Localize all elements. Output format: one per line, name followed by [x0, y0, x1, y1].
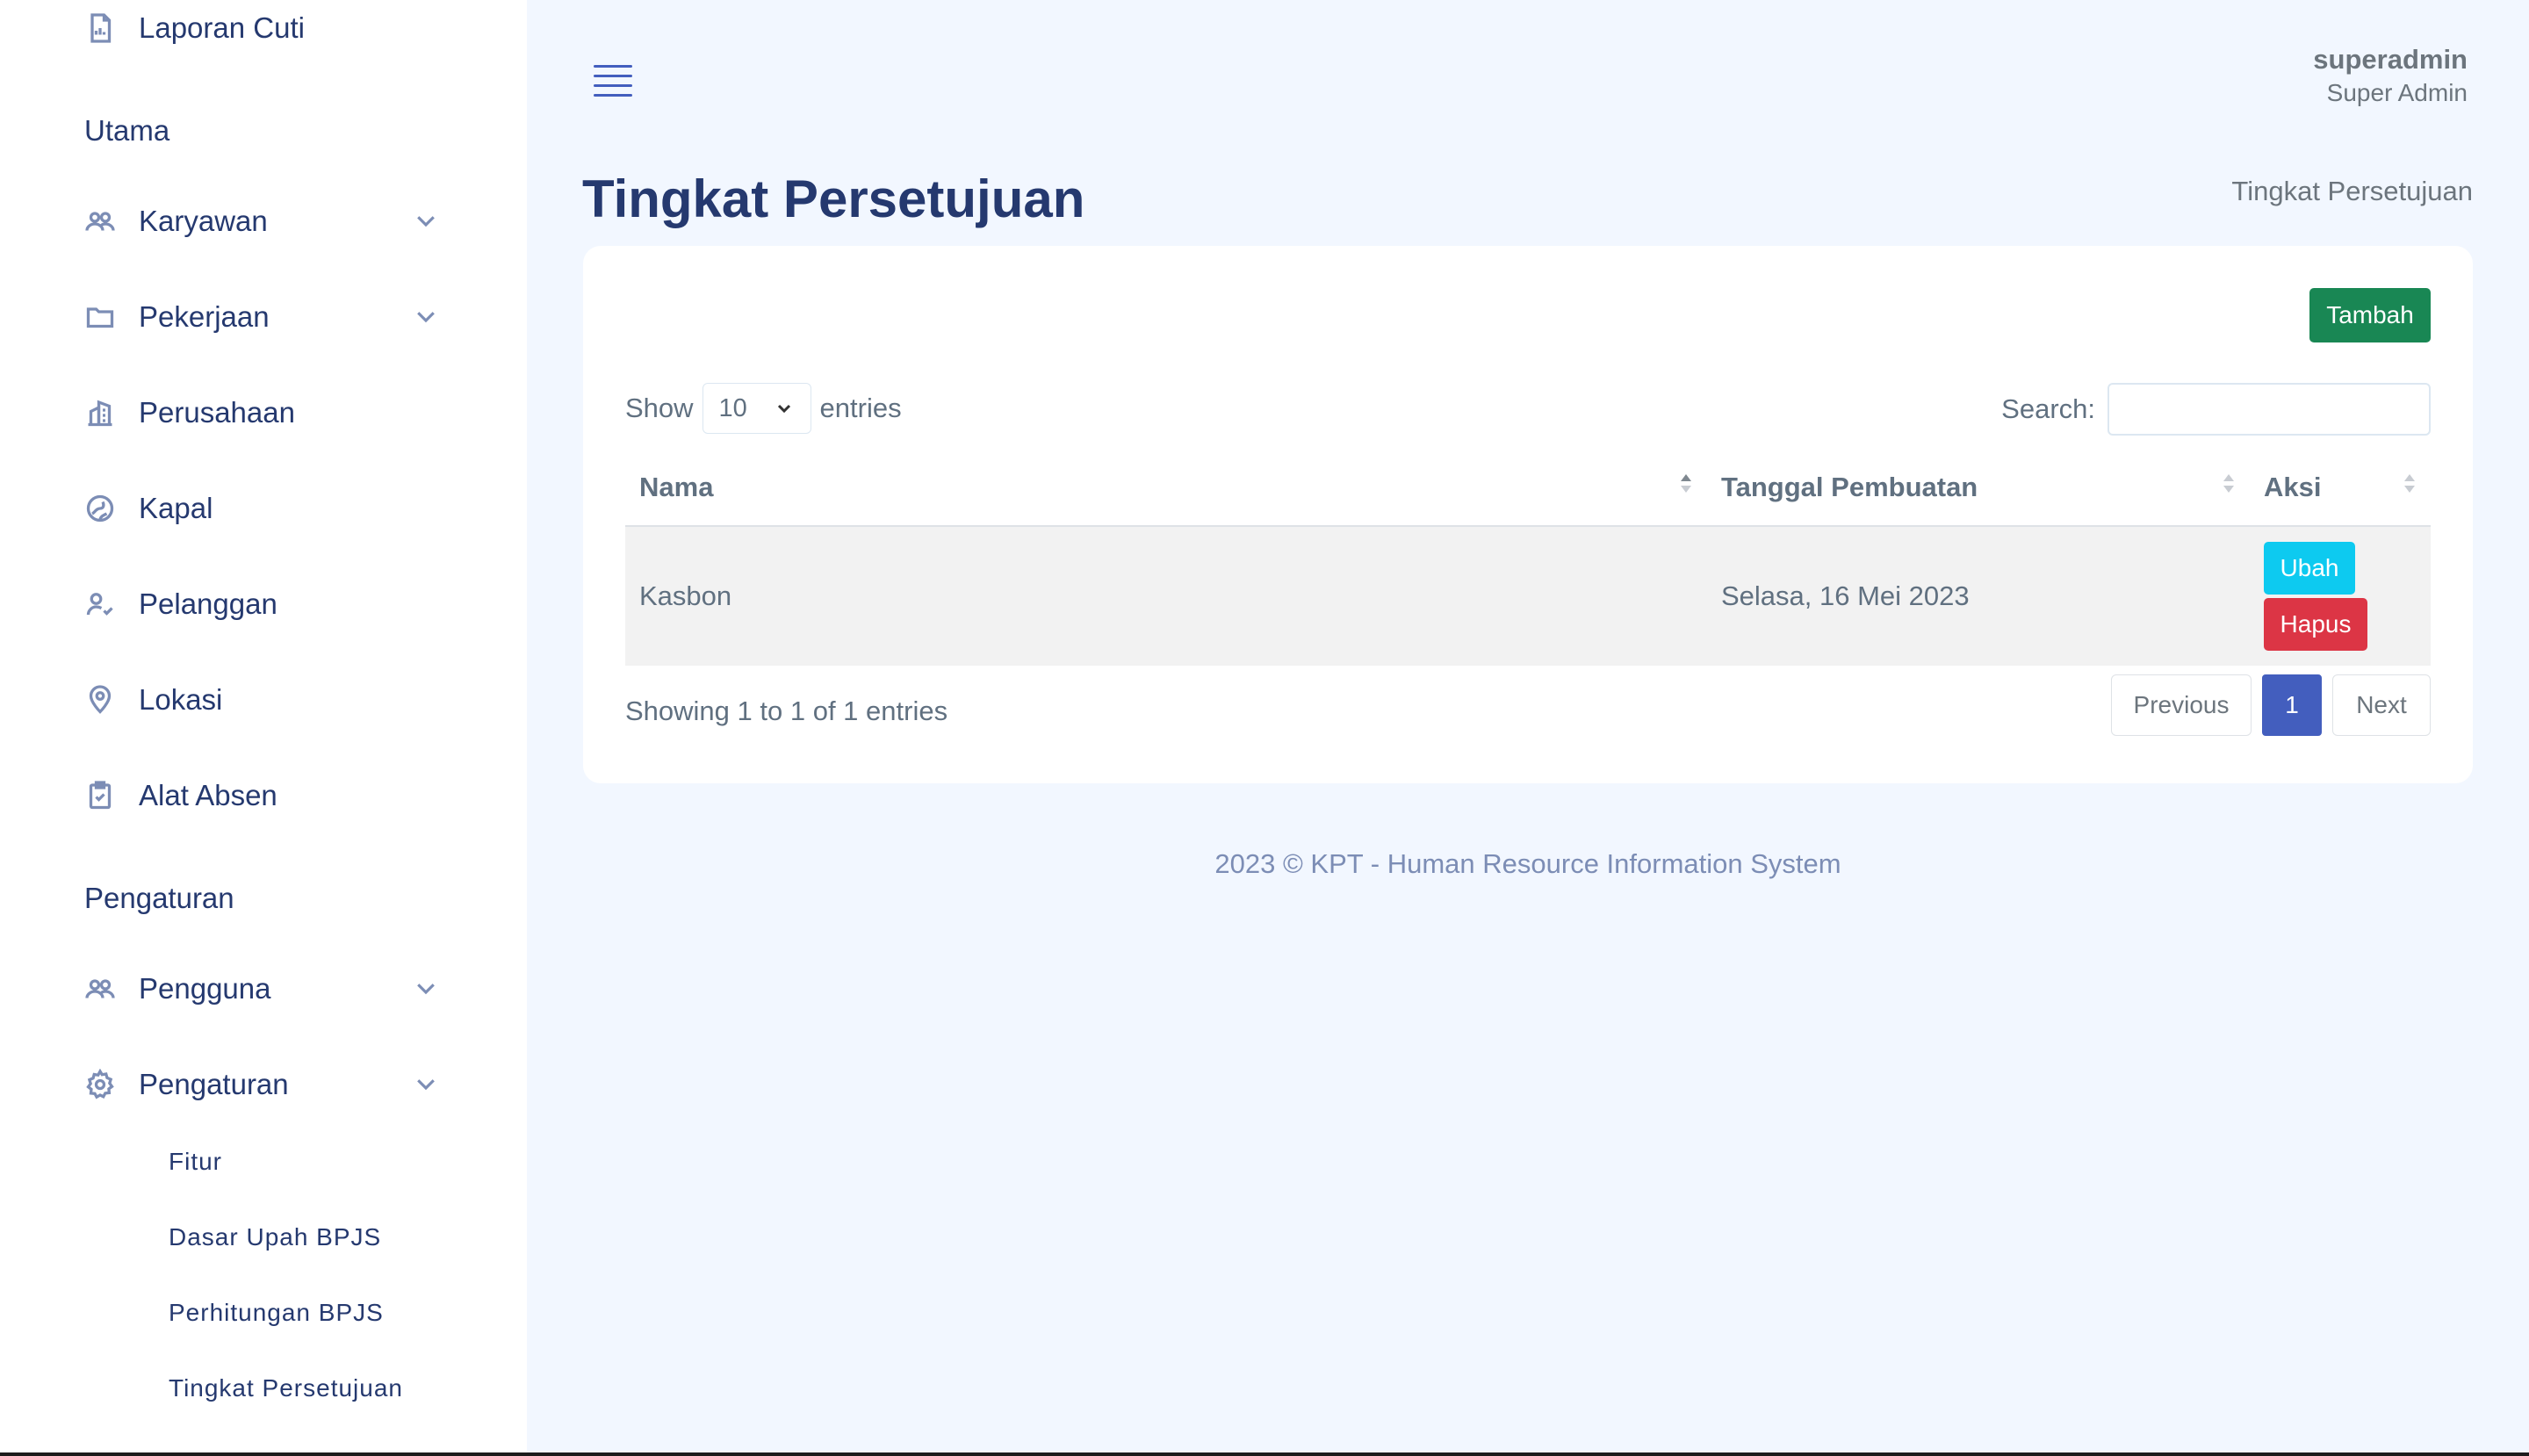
sidebar: Laporan Cuti Utama Karyawan Pekerjaan Pe… — [0, 0, 527, 1452]
sidebar-item-label: Pekerjaan — [139, 300, 270, 333]
entries-select-value: 10 — [718, 393, 747, 422]
menu-toggle-icon[interactable] — [594, 65, 632, 100]
search-control: Search: — [2001, 383, 2431, 436]
content-card: Tambah Show 10 entries Search: Nama Tang… — [583, 246, 2473, 783]
location-pin-icon — [83, 682, 118, 717]
sidebar-item-label: Kapal — [139, 492, 213, 524]
sort-icon — [2223, 474, 2236, 501]
footer-text: 2023 © KPT - Human Resource Information … — [1214, 848, 1841, 879]
column-header-label: Nama — [639, 472, 714, 502]
user-role: Super Admin — [2326, 79, 2468, 106]
column-header-nama[interactable]: Nama — [625, 450, 1707, 525]
table-header: Nama Tanggal Pembuatan Aksi — [625, 450, 2431, 527]
entries-select[interactable]: 10 — [702, 383, 811, 434]
sidebar-item-lokasi[interactable]: Lokasi — [83, 674, 222, 726]
sidebar-item-label: Pengaturan — [139, 1068, 289, 1100]
people-icon — [83, 204, 118, 239]
sidebar-item-label: Lokasi — [139, 683, 223, 716]
sidebar-section-title: Utama — [84, 114, 170, 147]
sidebar-section-title: Pengaturan — [84, 882, 234, 914]
cell-tanggal: Selasa, 16 Mei 2023 — [1721, 580, 1970, 611]
sidebar-item-label: Alat Absen — [139, 779, 277, 811]
user-name[interactable]: superadmin — [2313, 44, 2468, 76]
breadcrumb: Tingkat Persetujuan — [2231, 176, 2473, 206]
sidebar-item-perusahaan[interactable]: Perusahaan — [83, 386, 295, 439]
people-icon — [83, 971, 118, 1006]
add-button[interactable]: Tambah — [2309, 288, 2431, 342]
sidebar-subitem-fitur[interactable]: Fitur — [169, 1148, 222, 1176]
delete-button[interactable]: Hapus — [2264, 598, 2367, 651]
cell-aksi: Ubah Hapus — [2250, 542, 2431, 651]
data-table: Nama Tanggal Pembuatan Aksi Kasbon Selas… — [625, 450, 2431, 666]
sidebar-item-label: Laporan Cuti — [139, 11, 305, 44]
table-info: Showing 1 to 1 of 1 entries — [625, 696, 948, 726]
column-header-aksi[interactable]: Aksi — [2250, 450, 2431, 525]
table-row: Kasbon Selasa, 16 Mei 2023 Ubah Hapus — [625, 527, 2431, 666]
building-icon — [83, 395, 118, 430]
entries-label: entries — [819, 393, 902, 423]
person-check-icon — [83, 587, 118, 622]
sidebar-item-karyawan[interactable]: Karyawan — [83, 195, 268, 248]
sidebar-item-pekerjaan[interactable]: Pekerjaan — [83, 291, 270, 343]
chevron-down-icon[interactable] — [413, 1070, 439, 1097]
page-title: Tingkat Persetujuan — [582, 169, 1085, 228]
chevron-down-icon[interactable] — [413, 207, 439, 234]
search-input[interactable] — [2108, 383, 2431, 436]
sidebar-item-laporan-cuti[interactable]: Laporan Cuti — [83, 2, 305, 54]
sidebar-item-pelanggan[interactable]: Pelanggan — [83, 578, 277, 631]
cell-nama: Kasbon — [639, 580, 732, 611]
chevron-down-icon[interactable] — [413, 303, 439, 329]
sidebar-item-pengaturan[interactable]: Pengaturan — [83, 1058, 289, 1111]
folder-icon — [83, 299, 118, 335]
chevron-down-icon[interactable] — [413, 975, 439, 1001]
show-label: Show — [625, 393, 694, 423]
chevron-down-icon — [777, 404, 790, 414]
previous-page-button[interactable]: Previous — [2111, 674, 2252, 736]
page-1-button[interactable]: 1 — [2262, 674, 2322, 736]
globe-icon — [83, 491, 118, 526]
report-file-icon — [83, 11, 118, 46]
search-label: Search: — [2001, 393, 2095, 424]
pagination: Previous 1 Next — [2111, 674, 2431, 736]
next-page-button[interactable]: Next — [2332, 674, 2431, 736]
column-header-label: Tanggal Pembuatan — [1721, 472, 1978, 502]
sidebar-subitem-tingkat-persetujuan[interactable]: Tingkat Persetujuan — [169, 1374, 403, 1402]
entries-length-control: Show 10 entries — [625, 383, 902, 434]
sidebar-item-label: Karyawan — [139, 205, 268, 237]
edit-button[interactable]: Ubah — [2264, 542, 2355, 595]
sidebar-item-label: Pelanggan — [139, 587, 277, 620]
sidebar-item-alat-absen[interactable]: Alat Absen — [83, 769, 277, 822]
sort-icon — [2404, 474, 2417, 501]
sidebar-item-label: Pengguna — [139, 972, 271, 1005]
column-header-label: Aksi — [2264, 472, 2322, 502]
sidebar-subitem-dasar-upah-bpjs[interactable]: Dasar Upah BPJS — [169, 1223, 381, 1251]
sidebar-item-label: Perusahaan — [139, 396, 295, 429]
sort-icon — [1681, 474, 1693, 501]
sidebar-item-kapal[interactable]: Kapal — [83, 482, 213, 535]
sidebar-item-pengguna[interactable]: Pengguna — [83, 962, 270, 1015]
gear-icon — [83, 1067, 118, 1102]
bottom-border — [0, 1452, 2529, 1456]
clipboard-check-icon — [83, 778, 118, 813]
column-header-tanggal[interactable]: Tanggal Pembuatan — [1707, 450, 2250, 525]
sidebar-subitem-perhitungan-bpjs[interactable]: Perhitungan BPJS — [169, 1299, 384, 1327]
